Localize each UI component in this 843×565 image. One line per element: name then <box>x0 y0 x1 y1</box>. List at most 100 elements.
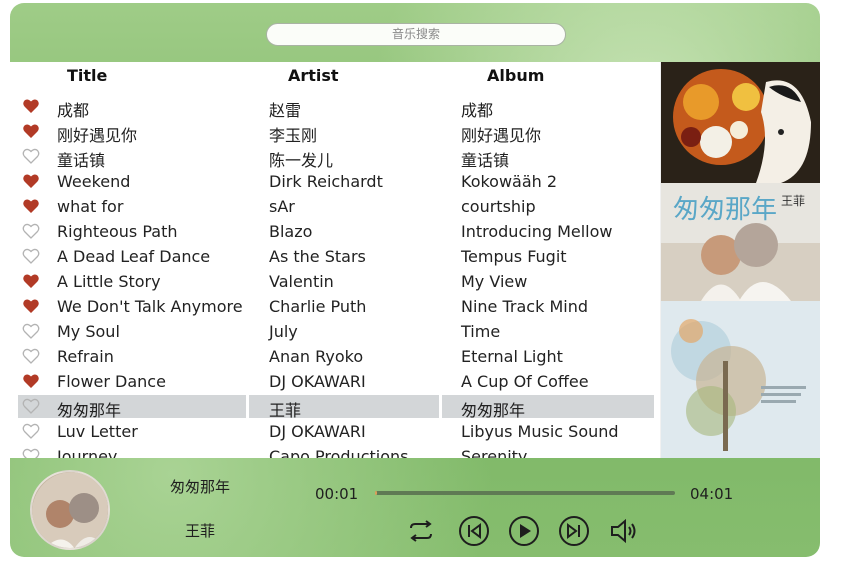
song-row[interactable]: My Soul July Time <box>10 320 660 344</box>
cover-artist-text: 王菲 <box>781 194 805 208</box>
song-row[interactable]: Luv Letter DJ OKAWARI Libyus Music Sound <box>10 420 660 444</box>
heart-filled-icon[interactable] <box>22 372 40 390</box>
song-title: A Dead Leaf Dance <box>57 247 211 266</box>
heart-filled-icon[interactable] <box>22 272 40 290</box>
illustrated-album-cover[interactable] <box>661 62 820 183</box>
album-cover-kongkongnanian[interactable]: 匆匆那年 王菲 <box>661 183 820 301</box>
song-album: Serenity <box>461 447 528 458</box>
progress-bar[interactable] <box>375 491 675 495</box>
song-artist: Dirk Reichardt <box>269 172 383 191</box>
song-artist: 王菲 <box>269 401 302 420</box>
now-playing-title: 匆匆那年 <box>169 478 230 496</box>
song-artist: 陈一发儿 <box>269 151 334 170</box>
repeat-icon[interactable] <box>405 515 437 547</box>
song-row[interactable]: 刚好遇见你 李玉刚 刚好遇见你 <box>10 120 660 145</box>
song-artist: Valentin <box>269 272 334 291</box>
song-album: Libyus Music Sound <box>461 422 619 441</box>
song-album: Tempus Fugit <box>461 247 567 266</box>
heart-outline-icon[interactable] <box>22 397 40 415</box>
current-time: 00:01 <box>315 485 359 503</box>
now-playing-cover[interactable] <box>30 470 110 550</box>
heart-filled-icon[interactable] <box>22 197 40 215</box>
song-album: Introducing Mellow <box>461 222 613 241</box>
heart-filled-icon[interactable] <box>22 172 40 190</box>
song-artist: 赵雷 <box>269 101 302 120</box>
song-album: 成都 <box>461 101 494 120</box>
song-artist: Capo Productions <box>269 447 409 458</box>
song-row[interactable]: Refrain Anan Ryoko Eternal Light <box>10 345 660 369</box>
header-bar <box>10 3 820 62</box>
album-art-column: 匆匆那年 王菲 <box>661 62 820 458</box>
next-icon[interactable] <box>558 515 590 547</box>
song-title: Flower Dance <box>57 372 166 391</box>
song-title: We Don't Talk Anymore <box>57 297 243 316</box>
search-input[interactable] <box>266 23 566 46</box>
song-title: Refrain <box>57 347 114 366</box>
song-title: what for <box>57 197 124 216</box>
song-title: Weekend <box>57 172 131 191</box>
song-artist: 李玉刚 <box>269 126 318 145</box>
song-title: My Soul <box>57 322 120 341</box>
column-header-artist[interactable]: Artist <box>288 66 339 85</box>
libyus-album-cover[interactable] <box>661 301 820 458</box>
song-album: A Cup Of Coffee <box>461 372 589 391</box>
song-row[interactable]: We Don't Talk Anymore Charlie Puth Nine Tr… <box>10 295 660 319</box>
song-artist: Charlie Puth <box>269 297 367 316</box>
song-album: 匆匆那年 <box>461 401 526 420</box>
song-artist: Blazo <box>269 222 313 241</box>
song-artist: July <box>269 322 298 341</box>
heart-outline-icon[interactable] <box>22 422 40 440</box>
song-artist: As the Stars <box>269 247 366 266</box>
play-icon[interactable] <box>508 515 540 547</box>
song-row[interactable]: Righteous Path Blazo Introducing Mellow <box>10 220 660 244</box>
song-row[interactable]: what for sAr courtship <box>10 195 660 219</box>
song-artist: DJ OKAWARI <box>269 422 366 441</box>
song-row[interactable]: 匆匆那年 王菲 匆匆那年 <box>10 395 660 420</box>
song-row[interactable]: Weekend Dirk Reichardt Kokowääh 2 <box>10 170 660 194</box>
song-artist: DJ OKAWARI <box>269 372 366 391</box>
song-album: Time <box>461 322 501 341</box>
heart-outline-icon[interactable] <box>22 147 40 165</box>
heart-outline-icon[interactable] <box>22 222 40 240</box>
music-player-window: Title Artist Album 成都 赵雷 成都刚好遇见你 李玉刚 刚好遇见你童话… <box>10 3 820 557</box>
song-title: Righteous Path <box>57 222 178 241</box>
selected-highlight <box>18 395 246 418</box>
song-row[interactable]: 童话镇 陈一发儿 童话镇 <box>10 145 660 170</box>
previous-icon[interactable] <box>458 515 490 547</box>
volume-icon[interactable] <box>608 515 640 547</box>
cover-title-text: 匆匆那年 <box>673 195 777 225</box>
now-playing-artist: 王菲 <box>184 522 215 540</box>
song-title: 刚好遇见你 <box>57 126 138 145</box>
heart-outline-icon[interactable] <box>22 347 40 365</box>
heart-filled-icon[interactable] <box>22 97 40 115</box>
song-title: 匆匆那年 <box>57 401 122 420</box>
column-header-title[interactable]: Title <box>67 66 107 85</box>
song-row[interactable]: A Dead Leaf Dance As the Stars Tempus Fugi… <box>10 245 660 269</box>
song-row[interactable]: Flower Dance DJ OKAWARI A Cup Of Coffee <box>10 370 660 394</box>
heart-outline-icon[interactable] <box>22 247 40 265</box>
total-time: 04:01 <box>690 485 734 503</box>
song-row[interactable]: A Little Story Valentin My View <box>10 270 660 294</box>
progress-fill <box>375 491 377 495</box>
song-row[interactable]: 成都 赵雷 成都 <box>10 95 660 120</box>
song-title: 童话镇 <box>57 151 106 170</box>
song-artist: Anan Ryoko <box>269 347 364 366</box>
song-title: 成都 <box>57 101 90 120</box>
song-row[interactable]: Journey Capo Productions Serenity <box>10 445 660 458</box>
player-bar: 匆匆那年 王菲 00:01 04:01 <box>10 458 820 557</box>
heart-filled-icon[interactable] <box>22 122 40 140</box>
heart-outline-icon[interactable] <box>22 447 40 458</box>
heart-filled-icon[interactable] <box>22 297 40 315</box>
heart-outline-icon[interactable] <box>22 322 40 340</box>
song-artist: sAr <box>269 197 295 216</box>
song-album: Kokowääh 2 <box>461 172 558 191</box>
song-album: 刚好遇见你 <box>461 126 542 145</box>
song-title: Luv Letter <box>57 422 138 441</box>
song-album: Nine Track Mind <box>461 297 588 316</box>
song-album: 童话镇 <box>461 151 510 170</box>
song-title: Journey <box>57 447 118 458</box>
song-album: My View <box>461 272 528 291</box>
song-title: A Little Story <box>57 272 161 291</box>
column-header-album[interactable]: Album <box>487 66 544 85</box>
song-list: Title Artist Album 成都 赵雷 成都 刚好遇见你 李玉刚 刚好遇见你 童话… <box>10 62 660 458</box>
